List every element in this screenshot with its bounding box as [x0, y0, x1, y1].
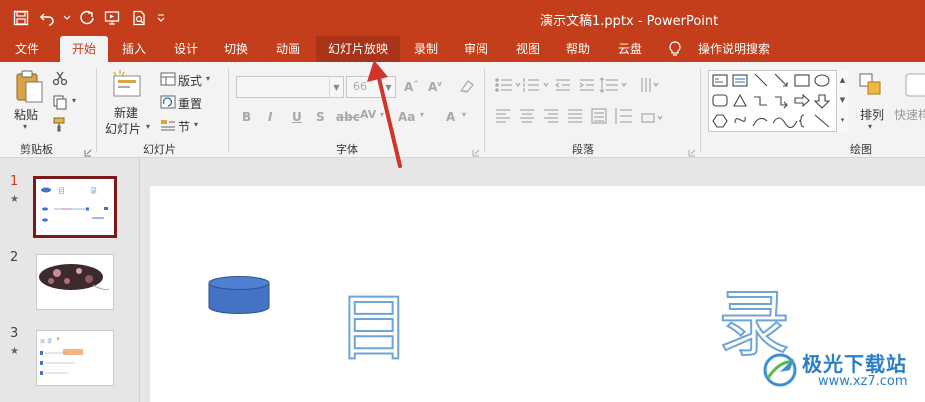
format-painter-icon[interactable]	[52, 116, 68, 135]
layout-icon[interactable]	[160, 72, 176, 89]
quick-access-toolbar	[10, 7, 168, 29]
copy-dropdown-icon[interactable]: ▾	[72, 96, 76, 105]
customize-qat-icon[interactable]	[154, 7, 168, 29]
font-group-label: 字体	[336, 143, 358, 156]
svg-text:目: 目	[40, 339, 45, 345]
present-from-beginning-icon[interactable]	[102, 7, 124, 29]
section-dropdown-icon[interactable]: ▾	[194, 120, 198, 129]
shapes-icons[interactable]	[709, 71, 849, 133]
annotation-arrow	[367, 60, 402, 168]
svg-text:录: 录	[47, 338, 52, 345]
tab-record[interactable]: 录制	[404, 36, 448, 62]
tab-transitions[interactable]: 切换	[214, 36, 258, 62]
clipboard-group-label: 剪贴板	[20, 143, 53, 156]
font-color-icon[interactable]: A	[446, 110, 455, 124]
quick-styles-label[interactable]: 快速样	[894, 106, 925, 123]
chevron-down-icon[interactable]: ▼	[329, 77, 343, 97]
animation-star-icon: ★	[10, 194, 19, 205]
redo-icon[interactable]	[76, 7, 98, 29]
quick-styles-icon[interactable]	[904, 72, 925, 103]
new-slide-icon[interactable]	[110, 70, 144, 101]
shapes-gallery-scroll[interactable]: ▲ ▼ ▾	[836, 70, 848, 132]
menu-bar: 文件 开始 插入 设计 切换 动画 幻灯片放映 录制 审阅 视图 帮助 云盘 操…	[0, 36, 925, 62]
lightbulb-icon	[668, 41, 682, 60]
slides-group-label: 幻灯片	[143, 143, 176, 156]
tab-insert[interactable]: 插入	[112, 36, 156, 62]
undo-dropdown-icon[interactable]	[62, 7, 72, 29]
paragraph-group-label: 段落	[572, 143, 594, 156]
paste-dropdown-icon[interactable]: ▾	[23, 122, 27, 131]
slide-thumbnail-2[interactable]	[36, 254, 114, 310]
svg-text:目: 目	[58, 187, 65, 195]
new-slide-label[interactable]: 新建	[114, 104, 138, 121]
paste-label[interactable]: 粘贴	[14, 106, 38, 123]
layout-label[interactable]: 版式	[178, 72, 202, 89]
arrange-icon[interactable]	[858, 72, 886, 103]
slide-number: 1	[10, 174, 19, 189]
reset-label[interactable]: 重置	[178, 95, 202, 112]
title-bar: 演示文稿1.pptx - PowerPoint	[0, 0, 925, 36]
arrange-dropdown-icon[interactable]: ▾	[868, 122, 872, 131]
tab-file[interactable]: 文件	[6, 36, 48, 62]
chevron-down-icon[interactable]: ▾	[420, 110, 424, 119]
reset-icon[interactable]	[160, 95, 176, 112]
italic-icon[interactable]: I	[268, 110, 272, 124]
animation-star-icon: ★	[10, 346, 19, 357]
separator	[96, 68, 97, 152]
tab-help[interactable]: 帮助	[556, 36, 600, 62]
section-icon[interactable]	[160, 118, 176, 135]
save-icon[interactable]	[10, 7, 32, 29]
drawing-group-label: 绘图	[850, 143, 872, 156]
slide-thumbnail-3[interactable]: 目 录	[36, 330, 114, 386]
tab-home[interactable]: 开始	[60, 36, 108, 62]
undo-icon[interactable]	[36, 7, 58, 29]
ribbon-home: 粘贴 ▾ ▾ 剪贴板 新建 幻灯片 ▾ 版式 ▾ 重置 节 ▾ 幻灯片 ▼ 66…	[0, 62, 925, 158]
separator	[484, 68, 485, 152]
copy-icon[interactable]	[52, 94, 68, 113]
paste-icon[interactable]	[14, 70, 46, 107]
slide-number: 2	[10, 250, 19, 265]
text-shadow-icon[interactable]: S	[316, 110, 325, 124]
document-title: 演示文稿1.pptx - PowerPoint	[540, 14, 719, 29]
shrink-font-icon[interactable]: Av	[428, 80, 442, 94]
slides-pane: 1 ★ 目 录 2 3 ★ 目 录	[0, 158, 140, 402]
tell-me-search[interactable]: 操作说明搜索	[690, 36, 778, 62]
tab-view[interactable]: 视图	[506, 36, 550, 62]
tab-cloud[interactable]: 云盘	[608, 36, 652, 62]
tab-design[interactable]: 设计	[164, 36, 208, 62]
strikethrough-icon[interactable]: abc	[336, 110, 360, 124]
title-char-1[interactable]: 目	[337, 291, 411, 365]
paragraph-icons[interactable]	[494, 76, 694, 136]
svg-text:录: 录	[90, 187, 97, 195]
tab-review[interactable]: 审阅	[454, 36, 498, 62]
bold-icon[interactable]: B	[242, 110, 251, 124]
cylinder-shape[interactable]	[208, 276, 272, 316]
print-preview-icon[interactable]	[128, 7, 150, 29]
tab-animations[interactable]: 动画	[266, 36, 310, 62]
layout-dropdown-icon[interactable]: ▾	[206, 74, 210, 83]
slide-thumbnail-1[interactable]: 目 录	[33, 176, 117, 238]
underline-icon[interactable]: U	[292, 110, 302, 124]
watermark: 极光下载站 www.xz7.com	[760, 346, 920, 396]
arrange-label[interactable]: 排列	[860, 106, 884, 123]
new-slide-label-2[interactable]: 幻灯片	[105, 120, 141, 137]
section-label[interactable]: 节	[178, 118, 190, 135]
new-slide-dropdown-icon[interactable]: ▾	[146, 122, 150, 131]
shapes-gallery[interactable]	[708, 70, 848, 132]
separator	[228, 68, 229, 152]
font-name-combo[interactable]: ▼	[236, 76, 344, 98]
clear-formatting-icon[interactable]	[458, 78, 476, 97]
watermark-url: www.xz7.com	[818, 374, 908, 389]
watermark-logo-icon	[763, 353, 797, 387]
cut-icon[interactable]	[52, 70, 68, 89]
slide-number: 3	[10, 326, 19, 341]
separator	[700, 68, 701, 152]
watermark-text: 极光下载站	[802, 352, 907, 376]
chevron-down-icon[interactable]: ▾	[462, 110, 466, 119]
